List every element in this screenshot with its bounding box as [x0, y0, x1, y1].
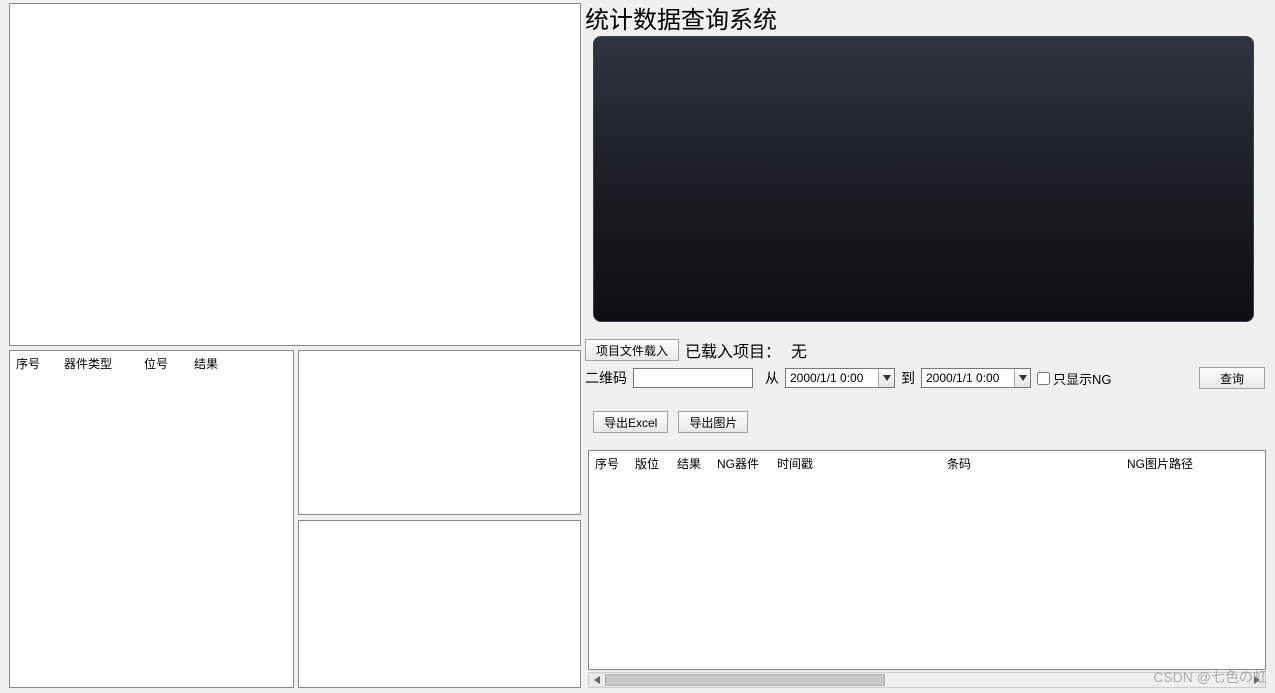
col-result: 结果 [194, 355, 244, 372]
rcol-board: 版位 [635, 455, 677, 472]
from-datetime-picker[interactable] [785, 368, 895, 388]
qr-label: 二维码 [585, 368, 627, 388]
qr-input[interactable] [633, 368, 753, 388]
page-title: 统计数据查询系统 [585, 0, 777, 35]
filter-row: 二维码 从 到 只显示NG 查询 [585, 366, 1265, 390]
image-preview-panel [9, 3, 581, 346]
only-ng-checkbox[interactable] [1037, 372, 1050, 385]
to-dropdown-icon[interactable] [1014, 369, 1030, 387]
from-dropdown-icon[interactable] [878, 369, 894, 387]
from-label: 从 [765, 368, 779, 388]
rcol-ng-device: NG器件 [717, 455, 777, 472]
hscroll-right-arrow-icon[interactable] [1249, 673, 1265, 687]
hscroll-thumb[interactable] [605, 674, 885, 686]
hscroll-track[interactable] [605, 673, 1249, 687]
col-seq: 序号 [16, 355, 64, 372]
loaded-project-label: 已载入项目： [685, 338, 781, 362]
results-table: 序号 版位 结果 NG器件 时间戳 条码 NG图片路径 [588, 450, 1266, 670]
col-position: 位号 [144, 355, 194, 372]
rcol-result: 结果 [677, 455, 717, 472]
export-image-button[interactable]: 导出图片 [678, 411, 748, 433]
to-datetime-input[interactable] [922, 369, 1014, 387]
detail-panel-1 [298, 350, 581, 515]
hscroll-left-arrow-icon[interactable] [589, 673, 605, 687]
component-table: 序号 器件类型 位号 结果 [9, 350, 294, 688]
rcol-seq: 序号 [595, 455, 635, 472]
query-button[interactable]: 查询 [1199, 367, 1265, 389]
component-table-header: 序号 器件类型 位号 结果 [10, 351, 293, 376]
to-label: 到 [901, 368, 915, 388]
result-display-panel [593, 36, 1254, 322]
load-project-button[interactable]: 项目文件载入 [585, 339, 679, 361]
only-ng-label: 只显示NG [1053, 369, 1112, 388]
to-datetime-picker[interactable] [921, 368, 1031, 388]
only-ng-checkbox-wrap[interactable]: 只显示NG [1037, 369, 1112, 388]
rcol-ng-image-path: NG图片路径 [1127, 455, 1247, 472]
rcol-barcode: 条码 [947, 455, 1127, 472]
rcol-timestamp: 时间戳 [777, 455, 947, 472]
col-device-type: 器件类型 [64, 355, 144, 372]
export-excel-button[interactable]: 导出Excel [593, 411, 668, 433]
results-hscroll[interactable] [588, 672, 1266, 688]
loaded-project-value: 无 [791, 338, 807, 362]
load-row: 项目文件载入 已载入项目： 无 [585, 338, 807, 362]
results-table-header: 序号 版位 结果 NG器件 时间戳 条码 NG图片路径 [589, 451, 1265, 476]
from-datetime-input[interactable] [786, 369, 878, 387]
export-row: 导出Excel 导出图片 [585, 402, 1263, 442]
detail-panel-2 [298, 520, 581, 688]
